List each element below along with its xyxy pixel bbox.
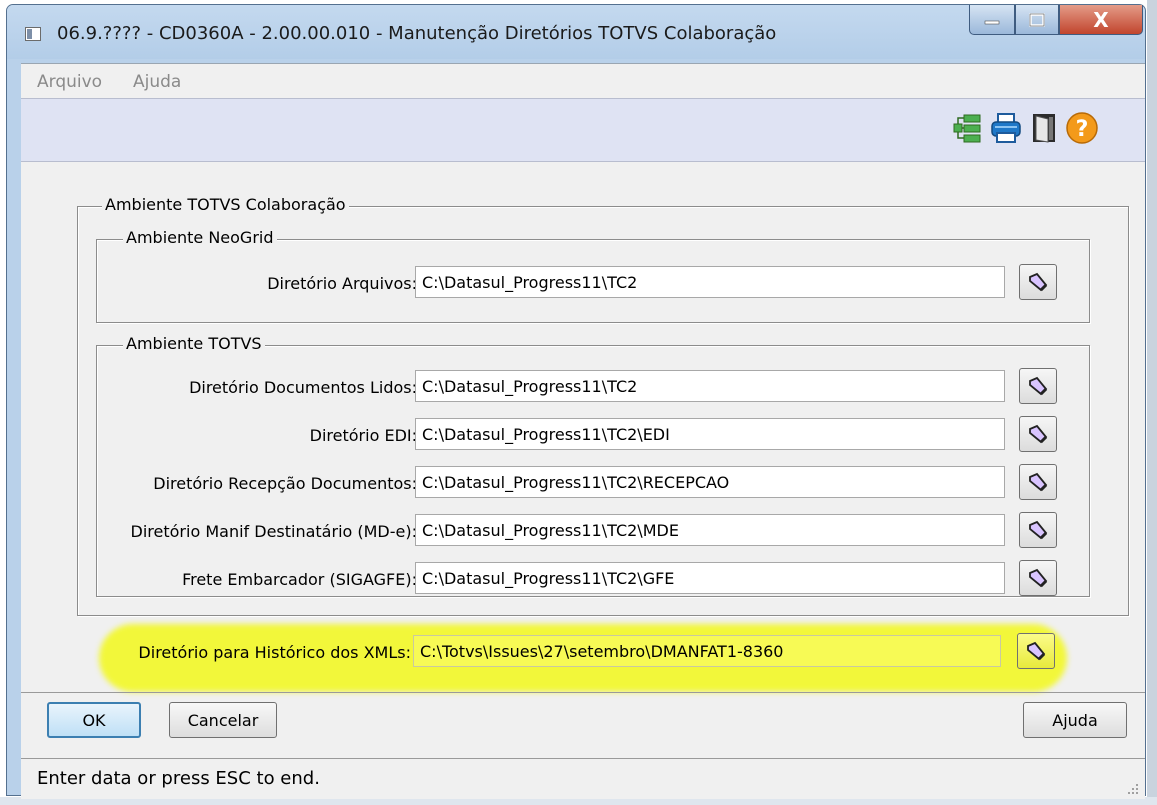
window-title: 06.9.???? - CD0360A - 2.00.00.010 - Manu…: [57, 23, 777, 44]
flashlight-icon: [1029, 376, 1048, 396]
cancel-button[interactable]: Cancelar: [169, 702, 277, 738]
recepcao-documentos-input[interactable]: [415, 466, 1005, 498]
browse-gfe-button[interactable]: [1019, 560, 1057, 596]
label-manif-destinatario: Diretório Manif Destinatário (MD-e):: [130, 522, 417, 541]
label-diretorio-arquivos: Diretório Arquivos:: [267, 274, 417, 293]
maximize-icon: [1029, 12, 1045, 27]
status-bar: Enter data or press ESC to end.: [21, 758, 1145, 799]
close-icon: X: [1093, 7, 1109, 32]
flashlight-icon: [1029, 568, 1048, 588]
help-icon[interactable]: ?: [1065, 111, 1099, 145]
maximize-button[interactable]: [1015, 5, 1059, 35]
label-recepcao-documentos: Diretório Recepção Documentos:: [153, 474, 417, 493]
app-icon: [25, 27, 41, 41]
flashlight-icon: [1029, 424, 1048, 444]
title-bar[interactable]: 06.9.???? - CD0360A - 2.00.00.010 - Manu…: [7, 5, 1145, 59]
browse-lidos-button[interactable]: [1019, 368, 1057, 404]
flashlight-icon: [1029, 272, 1048, 292]
frete-embarcador-input[interactable]: [415, 562, 1005, 594]
client-area: Arquivo Ajuda ? Ambiente TOTVS Colaboraç…: [21, 63, 1145, 799]
menu-arquivo[interactable]: Arquivo: [37, 72, 102, 92]
close-button[interactable]: X: [1059, 5, 1143, 35]
status-text: Enter data or press ESC to end.: [37, 768, 320, 789]
group-ambiente-colaboracao: Ambiente TOTVS Colaboração Ambiente NeoG…: [77, 195, 1129, 616]
browse-edi-button[interactable]: [1019, 416, 1057, 452]
group-ambiente-neogrid: Ambiente NeoGrid Diretório Arquivos:: [96, 228, 1090, 323]
browse-arquivos-button[interactable]: [1019, 264, 1057, 300]
group-legend-neogrid: Ambiente NeoGrid: [123, 228, 277, 247]
minimize-button[interactable]: [969, 5, 1015, 35]
diretorio-edi-input[interactable]: [415, 418, 1005, 450]
exit-door-icon[interactable]: [1027, 111, 1061, 145]
menu-ajuda[interactable]: Ajuda: [133, 72, 181, 92]
label-historico-xmls: Diretório para Histórico dos XMLs:: [138, 643, 411, 662]
label-documentos-lidos: Diretório Documentos Lidos:: [189, 378, 417, 397]
browse-historico-button[interactable]: [1017, 633, 1055, 669]
flashlight-icon: [1029, 520, 1048, 540]
svg-text:?: ?: [1076, 117, 1089, 142]
label-diretorio-edi: Diretório EDI:: [309, 426, 417, 445]
documentos-lidos-input[interactable]: [415, 370, 1005, 402]
toolbar: ?: [21, 98, 1145, 162]
group-legend-colaboracao: Ambiente TOTVS Colaboração: [102, 195, 349, 214]
flashlight-icon: [1029, 472, 1048, 492]
menu-bar: Arquivo Ajuda: [21, 64, 1145, 98]
help-button[interactable]: Ajuda: [1023, 702, 1127, 738]
resize-grip-icon[interactable]: [1125, 781, 1139, 795]
manif-destinatario-input[interactable]: [415, 514, 1005, 546]
historico-xmls-input[interactable]: [413, 635, 1001, 667]
desktop-edge: [1147, 0, 1157, 805]
group-legend-totvs: Ambiente TOTVS: [123, 334, 265, 353]
browse-recepcao-button[interactable]: [1019, 464, 1057, 500]
diretorio-arquivos-input[interactable]: [415, 266, 1005, 298]
group-ambiente-totvs: Ambiente TOTVS Diretório Documentos Lido…: [96, 334, 1090, 597]
tree-icon[interactable]: [951, 111, 985, 145]
browse-mde-button[interactable]: [1019, 512, 1057, 548]
ok-button[interactable]: OK: [47, 702, 141, 738]
printer-icon[interactable]: [989, 111, 1023, 145]
minimize-icon: [984, 20, 1000, 24]
button-separator: [21, 692, 1145, 693]
label-frete-embarcador: Frete Embarcador (SIGAGFE):: [182, 570, 417, 589]
flashlight-icon: [1027, 641, 1046, 661]
dialog-window: 06.9.???? - CD0360A - 2.00.00.010 - Manu…: [6, 4, 1146, 799]
